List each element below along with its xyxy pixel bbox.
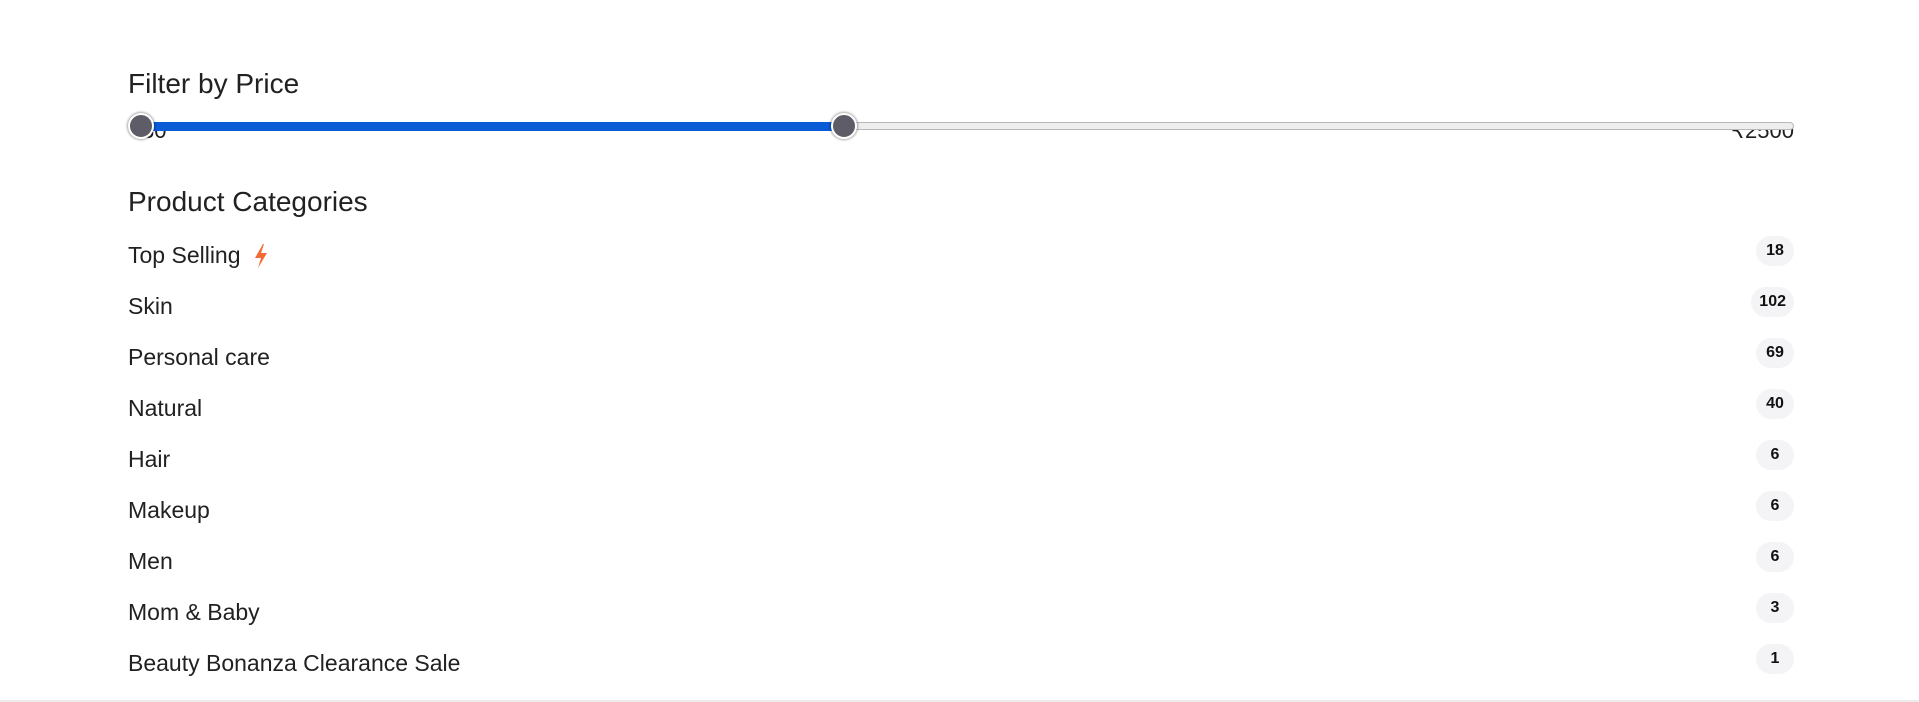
category-name[interactable]: Beauty Bonanza Clearance Sale xyxy=(128,650,460,677)
page: Filter by Price ₹30 ₹2500 Product Catego… xyxy=(0,0,1919,702)
category-item-natural[interactable]: Natural 40 xyxy=(128,383,1794,434)
category-count-badge: 6 xyxy=(1756,439,1794,470)
category-item-men[interactable]: Men 6 xyxy=(128,536,1794,587)
slider-max-handle[interactable] xyxy=(831,113,857,139)
category-count-badge: 6 xyxy=(1756,541,1794,572)
category-count-badge: 6 xyxy=(1756,490,1794,521)
category-item-makeup[interactable]: Makeup 6 xyxy=(128,485,1794,536)
category-list: Top Selling 18 Skin 102 Personal care 69 xyxy=(128,230,1794,689)
price-filter-title: Filter by Price xyxy=(128,68,300,99)
category-item-clearance-sale[interactable]: Beauty Bonanza Clearance Sale 1 xyxy=(128,638,1794,689)
category-name[interactable]: Makeup xyxy=(128,497,210,524)
lightning-bolt-icon xyxy=(254,243,267,268)
category-count-badge: 3 xyxy=(1756,592,1794,623)
slider-selected-range xyxy=(128,122,844,131)
category-count-badge: 1 xyxy=(1756,643,1794,674)
category-count-badge: 40 xyxy=(1756,388,1794,419)
category-name[interactable]: Men xyxy=(128,548,173,575)
category-item-top-selling[interactable]: Top Selling 18 xyxy=(128,230,1794,281)
price-range-slider[interactable] xyxy=(128,113,1794,139)
categories-title: Product Categories xyxy=(128,186,368,217)
category-item-personal-care[interactable]: Personal care 69 xyxy=(128,332,1794,383)
slider-min-handle[interactable] xyxy=(128,113,154,139)
category-count-badge: 102 xyxy=(1751,286,1794,317)
category-item-hair[interactable]: Hair 6 xyxy=(128,434,1794,485)
category-count-badge: 69 xyxy=(1756,337,1794,368)
category-name[interactable]: Natural xyxy=(128,395,202,422)
category-name[interactable]: Personal care xyxy=(128,344,270,371)
category-name[interactable]: Mom & Baby xyxy=(128,599,260,626)
category-item-skin[interactable]: Skin 102 xyxy=(128,281,1794,332)
category-name[interactable]: Top Selling xyxy=(128,242,241,269)
category-name[interactable]: Skin xyxy=(128,293,173,320)
category-count-badge: 18 xyxy=(1756,235,1794,266)
category-item-mom-baby[interactable]: Mom & Baby 3 xyxy=(128,587,1794,638)
category-name[interactable]: Hair xyxy=(128,446,170,473)
